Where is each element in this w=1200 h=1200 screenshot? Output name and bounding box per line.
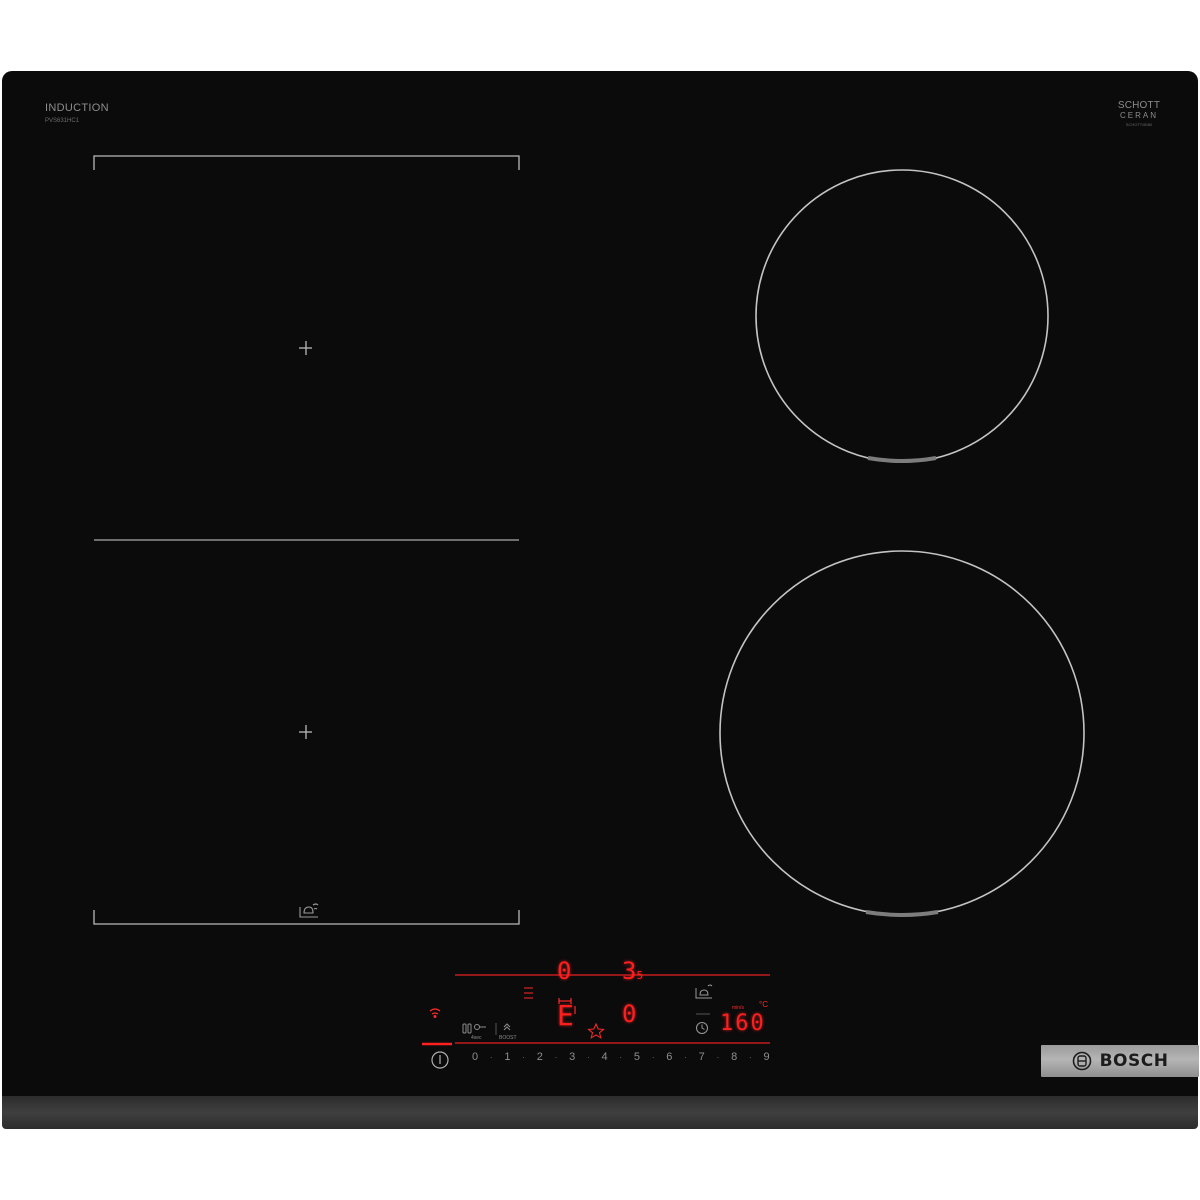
- power-level-7[interactable]: 7: [695, 1051, 709, 1063]
- favorite-star-icon[interactable]: [587, 1022, 605, 1039]
- power-level-0[interactable]: 0: [468, 1051, 482, 1063]
- bosch-logo-icon: [1072, 1051, 1091, 1071]
- wifi-icon[interactable]: [429, 1008, 441, 1018]
- power-level-1[interactable]: 1: [500, 1051, 514, 1063]
- power-level-main: 3: [622, 957, 637, 985]
- menu-marks: [524, 987, 533, 999]
- bosch-brand-plate: BOSCH: [1041, 1045, 1199, 1077]
- zone-display-left-top: 0: [557, 957, 572, 985]
- round-zone-top-right[interactable]: [755, 169, 1049, 463]
- power-level-9[interactable]: 9: [760, 1051, 774, 1063]
- power-level-4[interactable]: 4: [598, 1051, 612, 1063]
- power-level-6[interactable]: 6: [662, 1051, 676, 1063]
- flex-zone-bottom[interactable]: [93, 725, 520, 925]
- power-icon[interactable]: [431, 1051, 449, 1069]
- power-level-sub: 5: [636, 969, 644, 982]
- zone-display-left-bottom: E: [557, 999, 574, 1032]
- cooktop: INDUCTION PVS631HC1 SCHOTT CERAN SCHOTT/…: [2, 71, 1199, 1129]
- cooking-zones: [93, 155, 1085, 1069]
- round-zone-bottom-right[interactable]: [719, 550, 1085, 917]
- pan-sensor-icon: [299, 903, 319, 918]
- lock-icon[interactable]: [462, 1023, 486, 1034]
- brand-name: BOSCH: [1099, 1051, 1169, 1071]
- temp-hint: min/s: [732, 1005, 744, 1011]
- power-level-3[interactable]: 3: [565, 1051, 579, 1063]
- timer-clock-icon[interactable]: [696, 1022, 708, 1034]
- power-level-8[interactable]: 8: [727, 1051, 741, 1063]
- power-level-2[interactable]: 2: [533, 1051, 547, 1063]
- cooking-sensor-icon[interactable]: [695, 984, 713, 999]
- boost-icon[interactable]: [503, 1023, 511, 1031]
- temp-unit: °C: [759, 1000, 768, 1009]
- boost-label: BOOST: [499, 1035, 517, 1041]
- flex-zone-top[interactable]: [93, 155, 520, 355]
- timer-temperature-display: 160: [720, 1011, 766, 1036]
- lock-label: 4sec: [471, 1035, 482, 1041]
- zone-display-right-top: 35: [622, 957, 643, 985]
- power-level-5[interactable]: 5: [630, 1051, 644, 1063]
- power-scale-slider[interactable]: 0 · 1 · 2 · 3 · 4 · 5 · 6 · 7 · 8 · 9: [468, 1051, 774, 1063]
- zone-display-right-bottom: 0: [622, 1000, 637, 1028]
